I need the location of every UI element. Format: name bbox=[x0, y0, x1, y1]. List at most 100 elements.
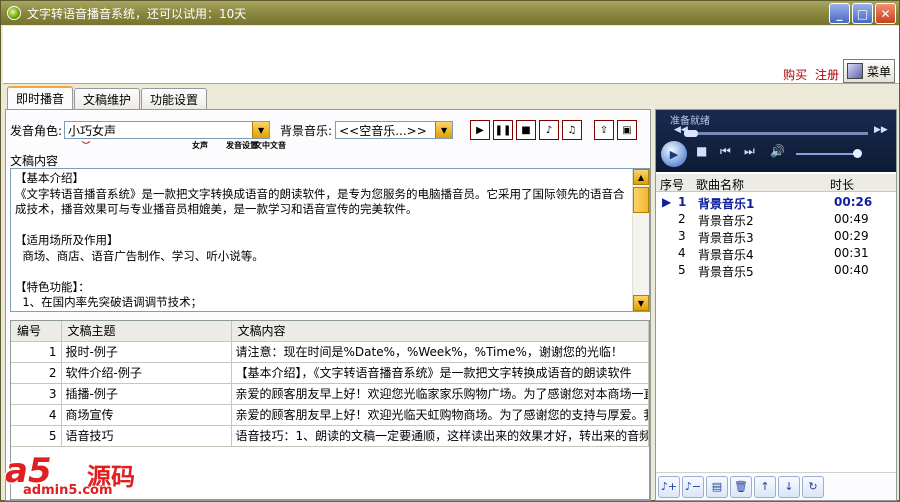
export-icon[interactable]: ⇪ bbox=[594, 120, 614, 140]
row-id: 5 bbox=[11, 425, 62, 447]
playlist-item-duration: 00:49 bbox=[834, 212, 869, 226]
row-id: 1 bbox=[11, 341, 62, 363]
playlist-item[interactable]: 3 背景音乐3 00:29 bbox=[656, 228, 896, 245]
voice-select-value: 小巧女声 bbox=[68, 123, 117, 138]
player-play-button[interactable]: ▶ bbox=[661, 141, 687, 167]
playlist-item-duration: 00:31 bbox=[834, 246, 869, 260]
content-label: 文稿内容 bbox=[10, 154, 59, 168]
register-link[interactable]: 注册 bbox=[815, 68, 839, 82]
table-row[interactable]: 5 语音技巧 语音技巧：1、朗读的文稿一定要通顺，这样读出来的效果才好，转出来的… bbox=[11, 425, 649, 447]
stop-icon[interactable]: ■ bbox=[516, 120, 536, 140]
add-folder-icon[interactable]: ▤ bbox=[706, 475, 728, 498]
playlist-item[interactable]: 2 背景音乐2 00:49 bbox=[656, 211, 896, 228]
menu-button[interactable]: 菜单 bbox=[843, 59, 895, 83]
playlist-item-name: 背景音乐4 bbox=[698, 248, 754, 262]
remove-track-icon[interactable]: ♪− bbox=[682, 475, 704, 498]
tab-settings[interactable]: 功能设置 bbox=[141, 88, 208, 109]
volume-icon[interactable]: 🔊 bbox=[770, 144, 785, 158]
playlist-item-no: 4 bbox=[678, 246, 686, 260]
move-down-icon[interactable]: ↓ bbox=[778, 475, 800, 498]
row-title: 语音技巧 bbox=[61, 425, 232, 447]
row-content: 语音技巧：1、朗读的文稿一定要通顺，这样读出来的效果才好，转出来的音频 bbox=[231, 425, 649, 447]
previous-track-icon[interactable]: ⏮ bbox=[720, 144, 731, 159]
seek-knob[interactable] bbox=[684, 130, 698, 137]
col-header-content[interactable]: 文稿内容 bbox=[231, 321, 649, 342]
pause-icon[interactable]: ❚❚ bbox=[493, 120, 513, 140]
minimize-button[interactable]: _ bbox=[829, 3, 850, 24]
playlist-header-name[interactable]: 歌曲名称 bbox=[696, 176, 744, 193]
add-track-icon[interactable]: ♪+ bbox=[658, 475, 680, 498]
maximize-button[interactable]: □ bbox=[852, 3, 873, 24]
volume-slider[interactable] bbox=[796, 149, 862, 158]
loop-icon[interactable]: ↻ bbox=[802, 475, 824, 498]
move-up-icon[interactable]: ↑ bbox=[754, 475, 776, 498]
window-title: 文字转语音播音系统，还可以试用：10天 bbox=[27, 6, 247, 21]
row-title: 插播-例子 bbox=[61, 383, 232, 405]
playlist-item-duration: 00:26 bbox=[834, 195, 873, 209]
hint-female: 女声 bbox=[192, 141, 208, 150]
row-content: 亲爱的顾客朋友早上好！欢迎您光临家家乐购物广场。为了感谢您对本商场一直 bbox=[231, 383, 649, 405]
save-icon[interactable]: ▣ bbox=[617, 120, 637, 140]
media-player: 准备就绪 ◀◀ ▶▶ ▶ ■ ⏮ ⏭ 🔊 bbox=[656, 110, 896, 172]
playlist-item[interactable]: ▶ 1 背景音乐1 00:26 bbox=[656, 194, 896, 211]
play-icon[interactable]: ▶ bbox=[470, 120, 490, 140]
voice-select[interactable]: 小巧女声 ▼ bbox=[64, 121, 271, 139]
table-row[interactable]: 3 插播-例子 亲爱的顾客朋友早上好！欢迎您光临家家乐购物广场。为了感谢您对本商… bbox=[11, 383, 649, 405]
table-row[interactable]: 2 软件介绍-例子 【基本介绍】，《文字转语音播音系统》是一款把文字转换成语音的… bbox=[11, 362, 649, 384]
app-window: 文字转语音播音系统，还可以试用：10天 _ □ ✕ 购买 注册 菜单 即时播音 … bbox=[0, 0, 900, 501]
title-bar[interactable]: 文字转语音播音系统，还可以试用：10天 _ □ ✕ bbox=[1, 1, 899, 25]
table-row[interactable]: 1 报时-例子 请注意：现在时间是%Date%，%Week%，%Time%，谢谢… bbox=[11, 341, 649, 363]
music-select-value: <<空音乐...>> bbox=[339, 123, 427, 138]
menu-button-label: 菜单 bbox=[867, 64, 892, 79]
scroll-up-icon[interactable]: ▲ bbox=[633, 169, 649, 185]
row-id: 2 bbox=[11, 362, 62, 384]
playlist-item-name: 背景音乐3 bbox=[698, 231, 754, 245]
buy-link[interactable]: 购买 bbox=[783, 68, 807, 82]
scroll-down-icon[interactable]: ▼ bbox=[633, 295, 649, 311]
playlist-item-name: 背景音乐5 bbox=[698, 265, 754, 279]
row-id: 3 bbox=[11, 383, 62, 405]
row-title: 报时-例子 bbox=[61, 341, 232, 363]
playlist-item-no: 5 bbox=[678, 263, 686, 277]
chevron-down-icon[interactable]: ▼ bbox=[435, 122, 453, 138]
content-text[interactable]: 【基本介绍】 《文字转语音播音系统》是一款把文字转换成语音的朗读软件，是专为您服… bbox=[15, 171, 629, 311]
content-textarea[interactable]: 【基本介绍】 《文字转语音播音系统》是一款把文字转换成语音的朗读软件，是专为您服… bbox=[10, 168, 650, 312]
col-header-title[interactable]: 文稿主题 bbox=[61, 321, 232, 342]
music-select[interactable]: <<空音乐...>> ▼ bbox=[335, 121, 454, 139]
row-content: 【基本介绍】，《文字转语音播音系统》是一款把文字转换成语音的朗读软件 bbox=[231, 362, 649, 384]
playlist-item[interactable]: 5 背景音乐5 00:40 bbox=[656, 262, 896, 279]
tab-script-maintenance[interactable]: 文稿维护 bbox=[74, 88, 141, 109]
delete-icon[interactable]: 🗑 bbox=[730, 475, 752, 498]
fast-forward-icon[interactable]: ▶▶ bbox=[874, 125, 888, 135]
col-header-id[interactable]: 编号 bbox=[11, 321, 62, 342]
menu-icon bbox=[847, 63, 863, 79]
playlist-header-no[interactable]: 序号 bbox=[660, 176, 684, 193]
row-id: 4 bbox=[11, 404, 62, 426]
scroll-thumb[interactable] bbox=[633, 187, 649, 213]
seek-bar[interactable] bbox=[684, 130, 868, 137]
watermark-url: admin5.com bbox=[23, 483, 113, 498]
next-track-icon[interactable]: ⏭ bbox=[744, 144, 755, 159]
playlist-item-no: 3 bbox=[678, 229, 686, 243]
tab-bar: 即时播音 文稿维护 功能设置 bbox=[7, 86, 208, 109]
microphone-icon[interactable]: ♫ bbox=[562, 120, 582, 140]
content-scrollbar[interactable]: ▲ ▼ bbox=[632, 169, 649, 311]
playlist-item[interactable]: 4 背景音乐4 00:31 bbox=[656, 245, 896, 262]
close-button[interactable]: ✕ bbox=[875, 3, 896, 24]
row-title: 软件介绍-例子 bbox=[61, 362, 232, 384]
playlist-header: 序号 歌曲名称 时长 bbox=[656, 174, 896, 192]
playlist-item-name: 背景音乐1 bbox=[698, 197, 755, 211]
app-icon bbox=[7, 6, 21, 20]
chevron-down-icon[interactable]: ▼ bbox=[252, 122, 270, 138]
table-row[interactable]: 4 商场宣传 亲爱的顾客朋友早上好！欢迎光临天虹购物商场。为了感谢您的支持与厚爱… bbox=[11, 404, 649, 426]
volume-knob[interactable] bbox=[853, 149, 862, 158]
playlist-header-duration[interactable]: 时长 bbox=[830, 176, 854, 193]
playlist-item-no: 2 bbox=[678, 212, 686, 226]
playlist-item-duration: 00:40 bbox=[834, 263, 869, 277]
tab-instant-broadcast[interactable]: 即时播音 bbox=[7, 86, 74, 109]
hint-text-audio: 文中文音 bbox=[254, 141, 286, 150]
row-title: 商场宣传 bbox=[61, 404, 232, 426]
music-note-icon[interactable]: ♪ bbox=[539, 120, 559, 140]
watermark-logo: a5 源码 admin5.com bbox=[1, 449, 201, 502]
player-stop-icon[interactable]: ■ bbox=[696, 144, 707, 158]
